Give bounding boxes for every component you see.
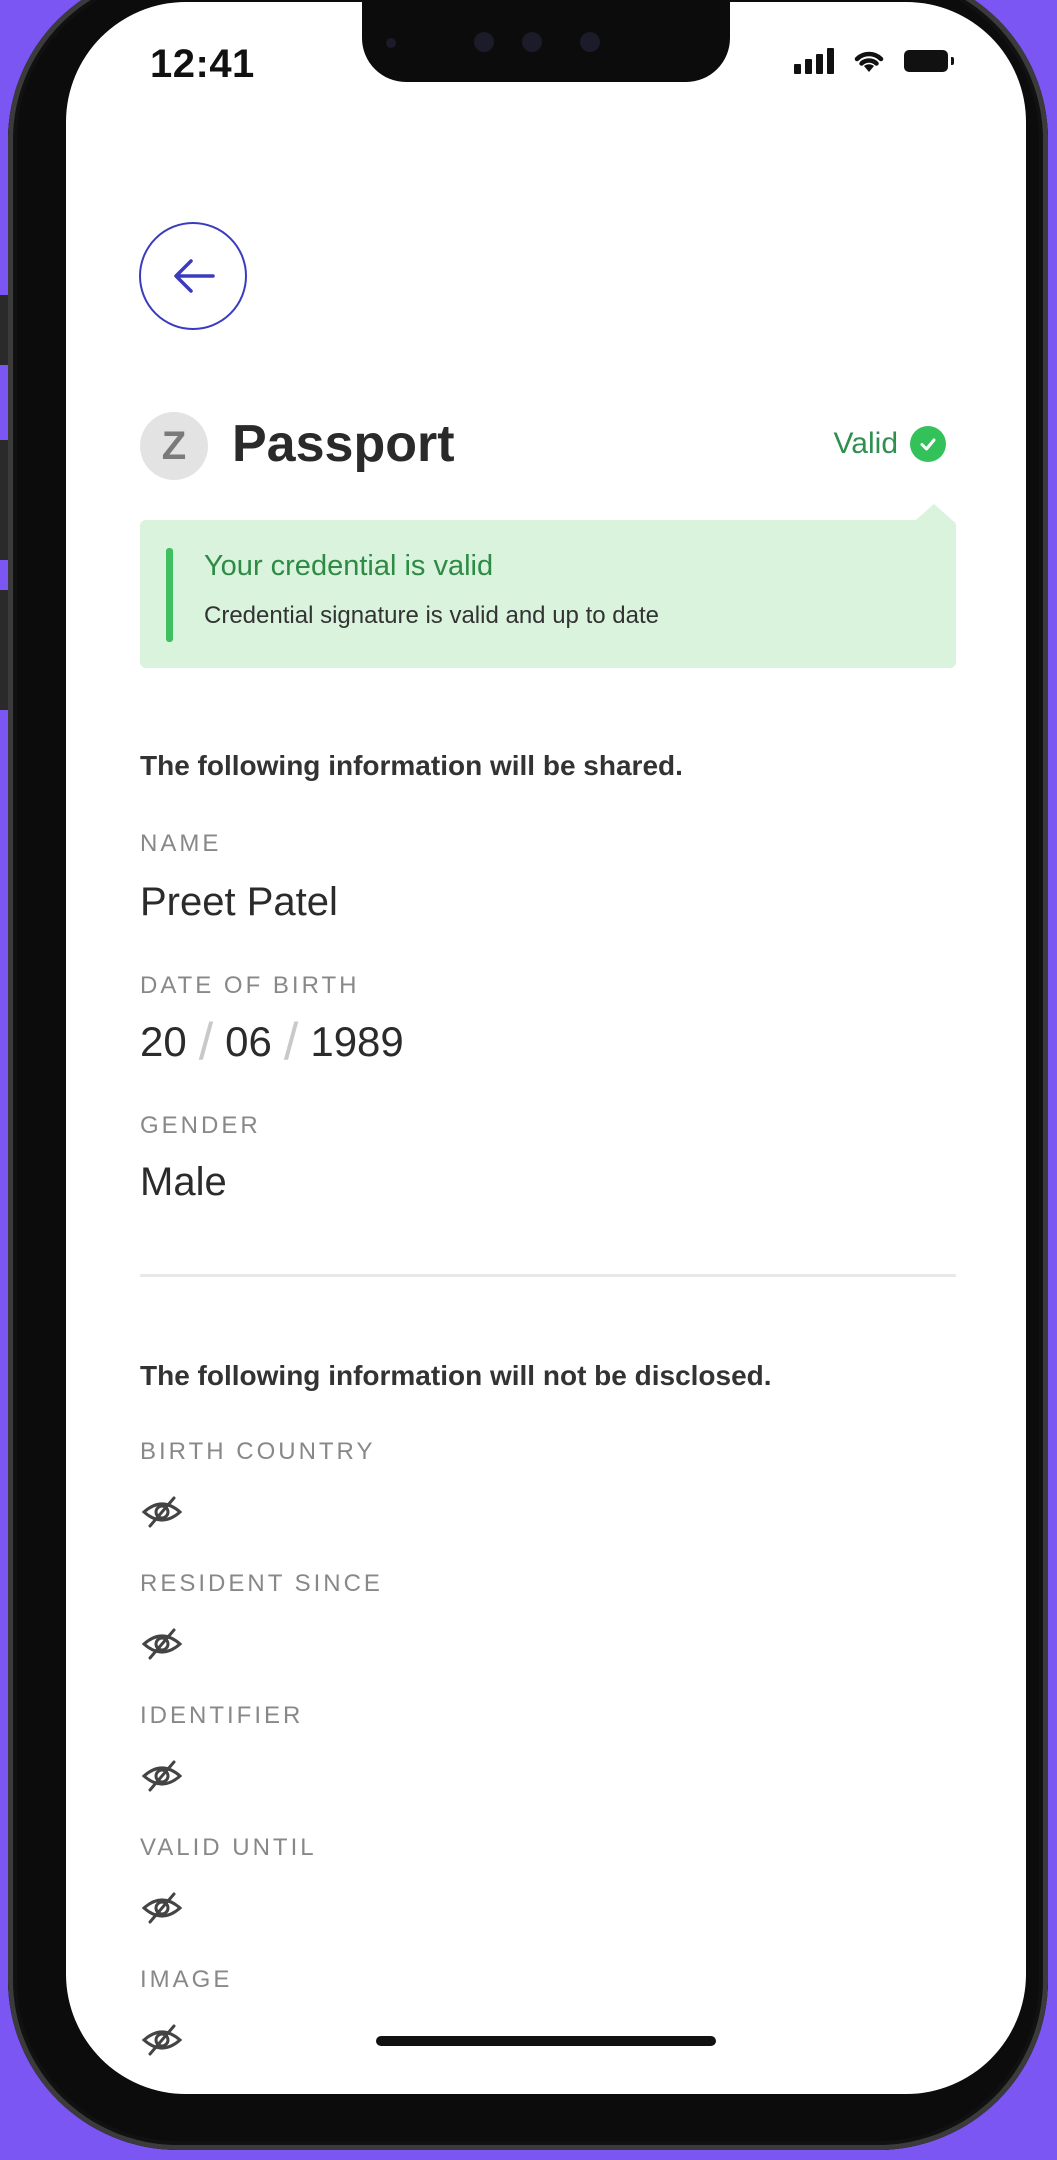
gender-value: Male (140, 1160, 227, 1204)
battery-icon (904, 50, 954, 72)
eye-off-icon (141, 1496, 183, 1528)
birth-country-label: BIRTH COUNTRY (140, 1438, 376, 1465)
sensor-dot (580, 32, 600, 52)
validity-alert: Your credential is valid Credential sign… (140, 504, 956, 668)
dob-month: 06 (225, 1018, 272, 1065)
issuer-avatar: Z (140, 412, 208, 480)
phone-frame: 12:41 Z Passport Valid Your credential i… (8, 0, 1048, 2150)
camera-dot (386, 38, 396, 48)
eye-off-icon (141, 1892, 183, 1924)
gender-label: GENDER (140, 1112, 261, 1139)
dob-label: DATE OF BIRTH (140, 972, 360, 999)
eye-off-icon (141, 1760, 183, 1792)
hidden-section-heading: The following information will not be di… (140, 1360, 772, 1391)
date-separator: / (283, 1013, 299, 1071)
eye-off-icon (141, 1628, 183, 1660)
arrow-left-icon (174, 259, 215, 293)
notch (362, 2, 730, 82)
sensor-dot (474, 32, 494, 52)
dob-year: 1989 (310, 1018, 404, 1065)
identifier-label: IDENTIFIER (140, 1702, 304, 1729)
dob-day: 20 (140, 1018, 187, 1065)
status-badge[interactable]: Valid (834, 426, 946, 462)
sensor-dot (522, 32, 542, 52)
resident-since-label: RESIDENT SINCE (140, 1570, 383, 1597)
status-time: 12:41 (150, 42, 255, 86)
home-indicator[interactable] (376, 2036, 716, 2046)
status-icons (794, 48, 954, 74)
alert-pointer (916, 504, 952, 520)
valid-until-label: VALID UNTIL (140, 1834, 317, 1861)
phone-screen: 12:41 Z Passport Valid Your credential i… (66, 2, 1026, 2094)
section-divider (140, 1274, 956, 1277)
back-button[interactable] (139, 222, 247, 330)
cellular-signal-icon (794, 48, 834, 74)
dob-value: 20 / 06 / 1989 (140, 1012, 404, 1072)
eye-off-icon (141, 2024, 183, 2056)
page-title: Passport (232, 415, 455, 473)
name-label: NAME (140, 830, 222, 857)
alert-title: Your credential is valid (204, 550, 494, 582)
wifi-icon (854, 51, 884, 72)
alert-message: Credential signature is valid and up to … (204, 602, 659, 629)
date-separator: / (198, 1013, 214, 1071)
status-label: Valid (833, 427, 898, 460)
image-label: IMAGE (140, 1966, 233, 1993)
name-value: Preet Patel (140, 880, 338, 924)
check-circle-icon (910, 426, 946, 462)
device-stage: 12:41 Z Passport Valid Your credential i… (0, 0, 1057, 2160)
shared-section-heading: The following information will be shared… (140, 750, 683, 781)
alert-accent-bar (166, 548, 173, 642)
